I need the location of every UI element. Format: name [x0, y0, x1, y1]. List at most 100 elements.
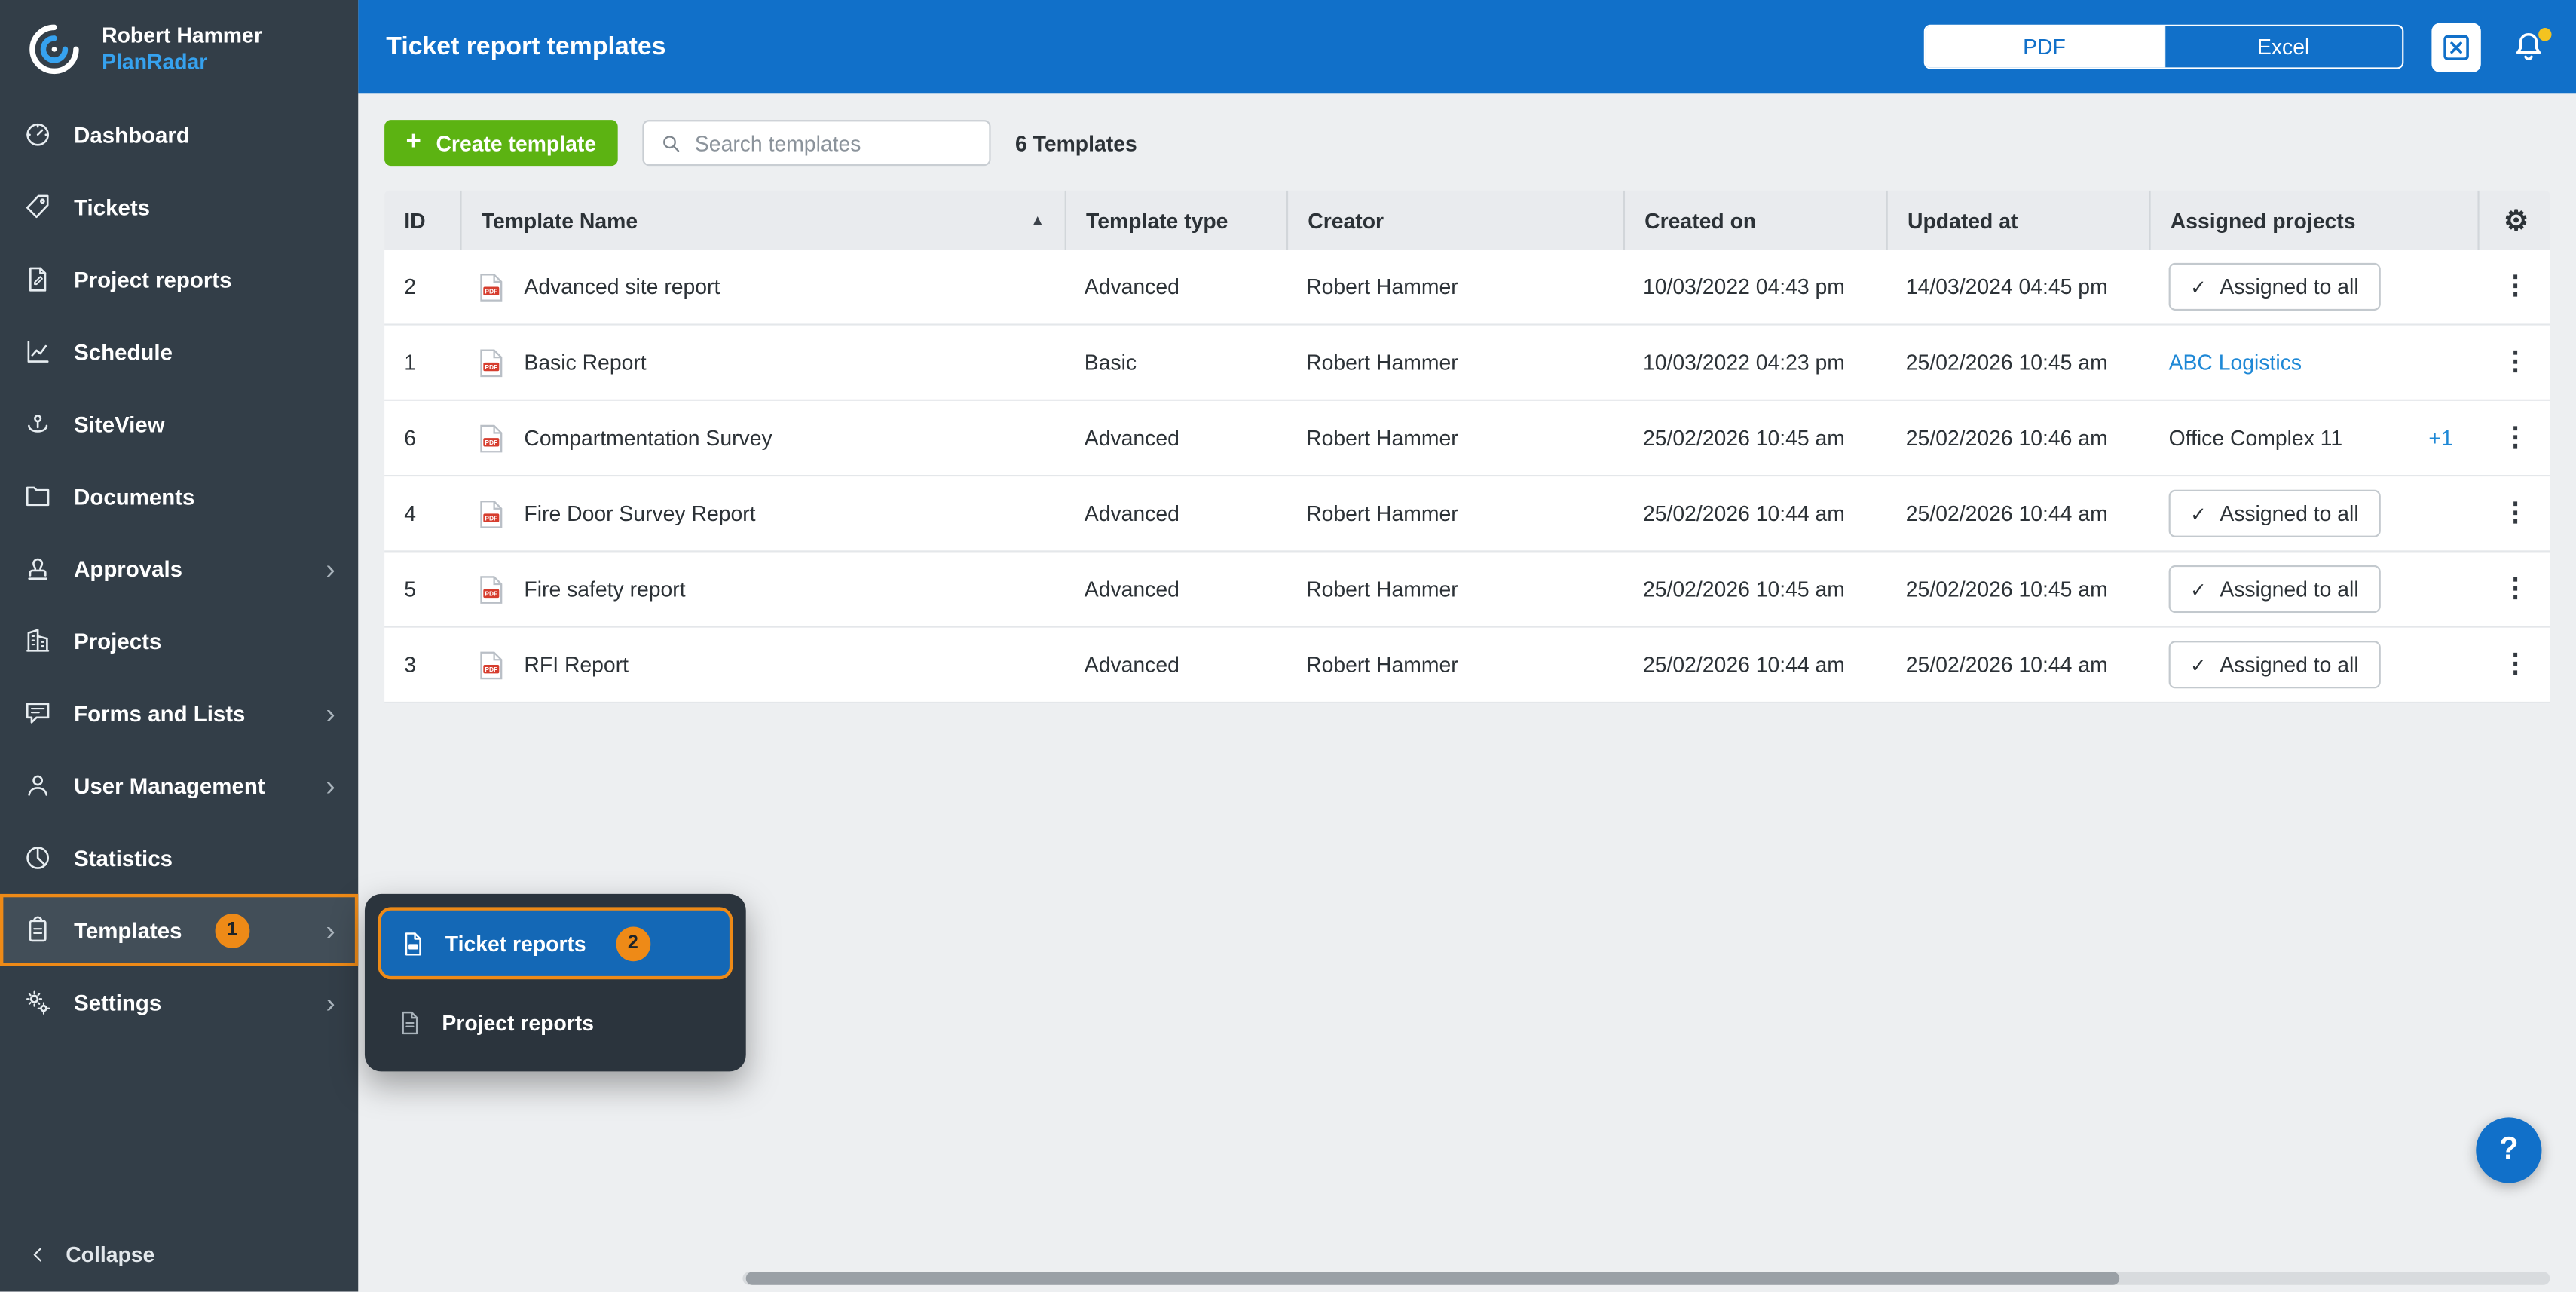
statistics-icon — [23, 843, 53, 872]
sidebar-item-projects[interactable]: Projects — [0, 605, 358, 677]
cell-row-actions: ⋮ — [2477, 576, 2553, 602]
collapse-button[interactable]: Collapse — [0, 1217, 358, 1291]
cell-updated-at: 25/02/2026 10:44 am — [1886, 501, 2149, 526]
check-icon: ✓ — [2190, 277, 2207, 296]
kebab-menu-icon[interactable]: ⋮ — [2491, 425, 2540, 452]
top-bar: Ticket report templates PDF Excel — [358, 0, 2576, 93]
table-row[interactable]: 1 PDF Basic Report Basic Robert Hammer 1… — [384, 326, 2550, 401]
sidebar-item-project-reports[interactable]: Project reports — [0, 243, 358, 316]
sidebar-item-tickets[interactable]: Tickets — [0, 171, 358, 243]
brand-text: Robert Hammer PlanRadar — [102, 23, 262, 76]
notifications-bell-icon[interactable] — [2509, 27, 2548, 66]
apps-icon[interactable] — [2431, 22, 2480, 71]
sidebar-item-forms-and-lists[interactable]: Forms and Lists › — [0, 677, 358, 749]
table-row[interactable]: 2 PDF Advanced site report Advanced Robe… — [384, 250, 2550, 325]
cell-creator: Robert Hammer — [1286, 501, 1623, 526]
help-button[interactable]: ? — [2476, 1117, 2541, 1183]
cell-row-actions: ⋮ — [2477, 349, 2553, 375]
pdf-file-icon: PDF — [480, 650, 503, 679]
templates-table: ID Template Name ▲ Template type Creator… — [384, 191, 2550, 703]
table-row[interactable]: 6 PDF Compartmentation Survey Advanced R… — [384, 401, 2550, 476]
column-header-updated-at[interactable]: Updated at — [1886, 191, 2149, 250]
search-icon — [659, 130, 684, 155]
cell-created-on: 10/03/2022 04:43 pm — [1623, 274, 1886, 299]
collapse-label: Collapse — [66, 1242, 154, 1267]
column-settings-cell: ⚙ — [2477, 191, 2553, 250]
table-row[interactable]: 5 PDF Fire safety report Advanced Robert… — [384, 552, 2550, 627]
assigned-to-all-button[interactable]: ✓ Assigned to all — [2169, 565, 2380, 613]
brand-block: Robert Hammer PlanRadar — [0, 0, 358, 95]
pdf-toggle-button[interactable]: PDF — [1926, 26, 2163, 68]
cell-id: 3 — [384, 652, 460, 677]
table-header-row: ID Template Name ▲ Template type Creator… — [384, 191, 2550, 250]
horizontal-scrollbar-track[interactable] — [742, 1272, 2550, 1284]
column-header-template-type[interactable]: Template type — [1065, 191, 1286, 250]
create-template-button[interactable]: + Create template — [384, 120, 617, 166]
column-header-assigned-projects[interactable]: Assigned projects — [2149, 191, 2477, 250]
cell-template-type: Advanced — [1065, 577, 1286, 602]
assigned-project-name: Office Complex 11 — [2169, 426, 2343, 451]
assigned-label: Assigned to all — [2220, 577, 2358, 602]
templates-flyout-menu: Ticket reports 2 Project reports — [365, 894, 746, 1071]
kebab-menu-icon[interactable]: ⋮ — [2491, 501, 2540, 527]
excel-toggle-button[interactable]: Excel — [2163, 26, 2402, 68]
sidebar-item-documents[interactable]: Documents — [0, 460, 358, 532]
sidebar-item-approvals[interactable]: Approvals › — [0, 532, 358, 605]
check-icon: ✓ — [2190, 504, 2207, 523]
cell-id: 2 — [384, 274, 460, 299]
column-header-id[interactable]: ID — [384, 191, 460, 250]
kebab-menu-icon[interactable]: ⋮ — [2491, 576, 2540, 602]
cell-created-on: 25/02/2026 10:45 am — [1623, 577, 1886, 602]
cell-creator: Robert Hammer — [1286, 652, 1623, 677]
content-toolbar: + Create template 6 Templates — [358, 93, 2576, 191]
tickets-icon — [23, 192, 53, 222]
cell-assigned-projects: ABC Logistics — [2149, 350, 2477, 375]
search-input[interactable] — [695, 130, 974, 155]
assigned-more-link[interactable]: +1 — [2428, 426, 2452, 451]
template-name: RFI Report — [524, 652, 629, 677]
assigned-project-link[interactable]: ABC Logistics — [2169, 350, 2302, 375]
column-header-created-on[interactable]: Created on — [1623, 191, 1886, 250]
search-box — [642, 120, 990, 166]
table-settings-gear-icon[interactable]: ⚙ — [2504, 207, 2529, 234]
sidebar-item-statistics[interactable]: Statistics — [0, 822, 358, 894]
pdf-file-icon: PDF — [480, 499, 503, 528]
svg-text:PDF: PDF — [485, 438, 497, 445]
template-name: Fire safety report — [524, 577, 685, 602]
user-management-icon — [23, 770, 53, 800]
column-header-creator[interactable]: Creator — [1286, 191, 1623, 250]
table-row[interactable]: 3 PDF RFI Report Advanced Robert Hammer … — [384, 628, 2550, 703]
settings-icon — [23, 987, 53, 1017]
flyout-item-project-reports[interactable]: Project reports — [378, 986, 733, 1058]
cell-template-name: PDF Basic Report — [460, 347, 1064, 377]
table-row[interactable]: 4 PDF Fire Door Survey Report Advanced R… — [384, 476, 2550, 552]
kebab-menu-icon[interactable]: ⋮ — [2491, 274, 2540, 300]
sidebar-item-schedule[interactable]: Schedule — [0, 316, 358, 388]
sidebar-item-user-management[interactable]: User Management › — [0, 749, 358, 822]
horizontal-scrollbar-thumb[interactable] — [746, 1272, 2119, 1284]
kebab-menu-icon[interactable]: ⋮ — [2491, 349, 2540, 375]
sidebar-item-settings[interactable]: Settings › — [0, 966, 358, 1039]
assigned-to-all-button[interactable]: ✓ Assigned to all — [2169, 641, 2380, 688]
create-template-label: Create template — [436, 130, 596, 155]
assigned-label: Assigned to all — [2220, 274, 2358, 299]
column-header-template-name[interactable]: Template Name ▲ — [460, 191, 1064, 250]
cell-template-name: PDF Fire Door Survey Report — [460, 499, 1064, 528]
sidebar-item-siteview[interactable]: SiteView — [0, 387, 358, 460]
assigned-to-all-button[interactable]: ✓ Assigned to all — [2169, 490, 2380, 537]
cell-row-actions: ⋮ — [2477, 274, 2553, 300]
assigned-to-all-button[interactable]: ✓ Assigned to all — [2169, 263, 2380, 311]
planradar-logo — [23, 18, 86, 81]
brand-name: PlanRadar — [102, 49, 262, 75]
cell-template-type: Basic — [1065, 350, 1286, 375]
sidebar-item-label: Projects — [74, 629, 161, 654]
template-name: Basic Report — [524, 350, 646, 375]
plus-icon: + — [405, 130, 421, 156]
sidebar-item-templates[interactable]: Templates 1 › — [0, 894, 358, 966]
cell-created-on: 25/02/2026 10:44 am — [1623, 652, 1886, 677]
flyout-item-label: Ticket reports — [445, 931, 586, 956]
cell-updated-at: 25/02/2026 10:46 am — [1886, 426, 2149, 451]
flyout-item-ticket-reports[interactable]: Ticket reports 2 — [378, 907, 733, 979]
kebab-menu-icon[interactable]: ⋮ — [2491, 651, 2540, 678]
sidebar-item-dashboard[interactable]: Dashboard — [0, 99, 358, 171]
